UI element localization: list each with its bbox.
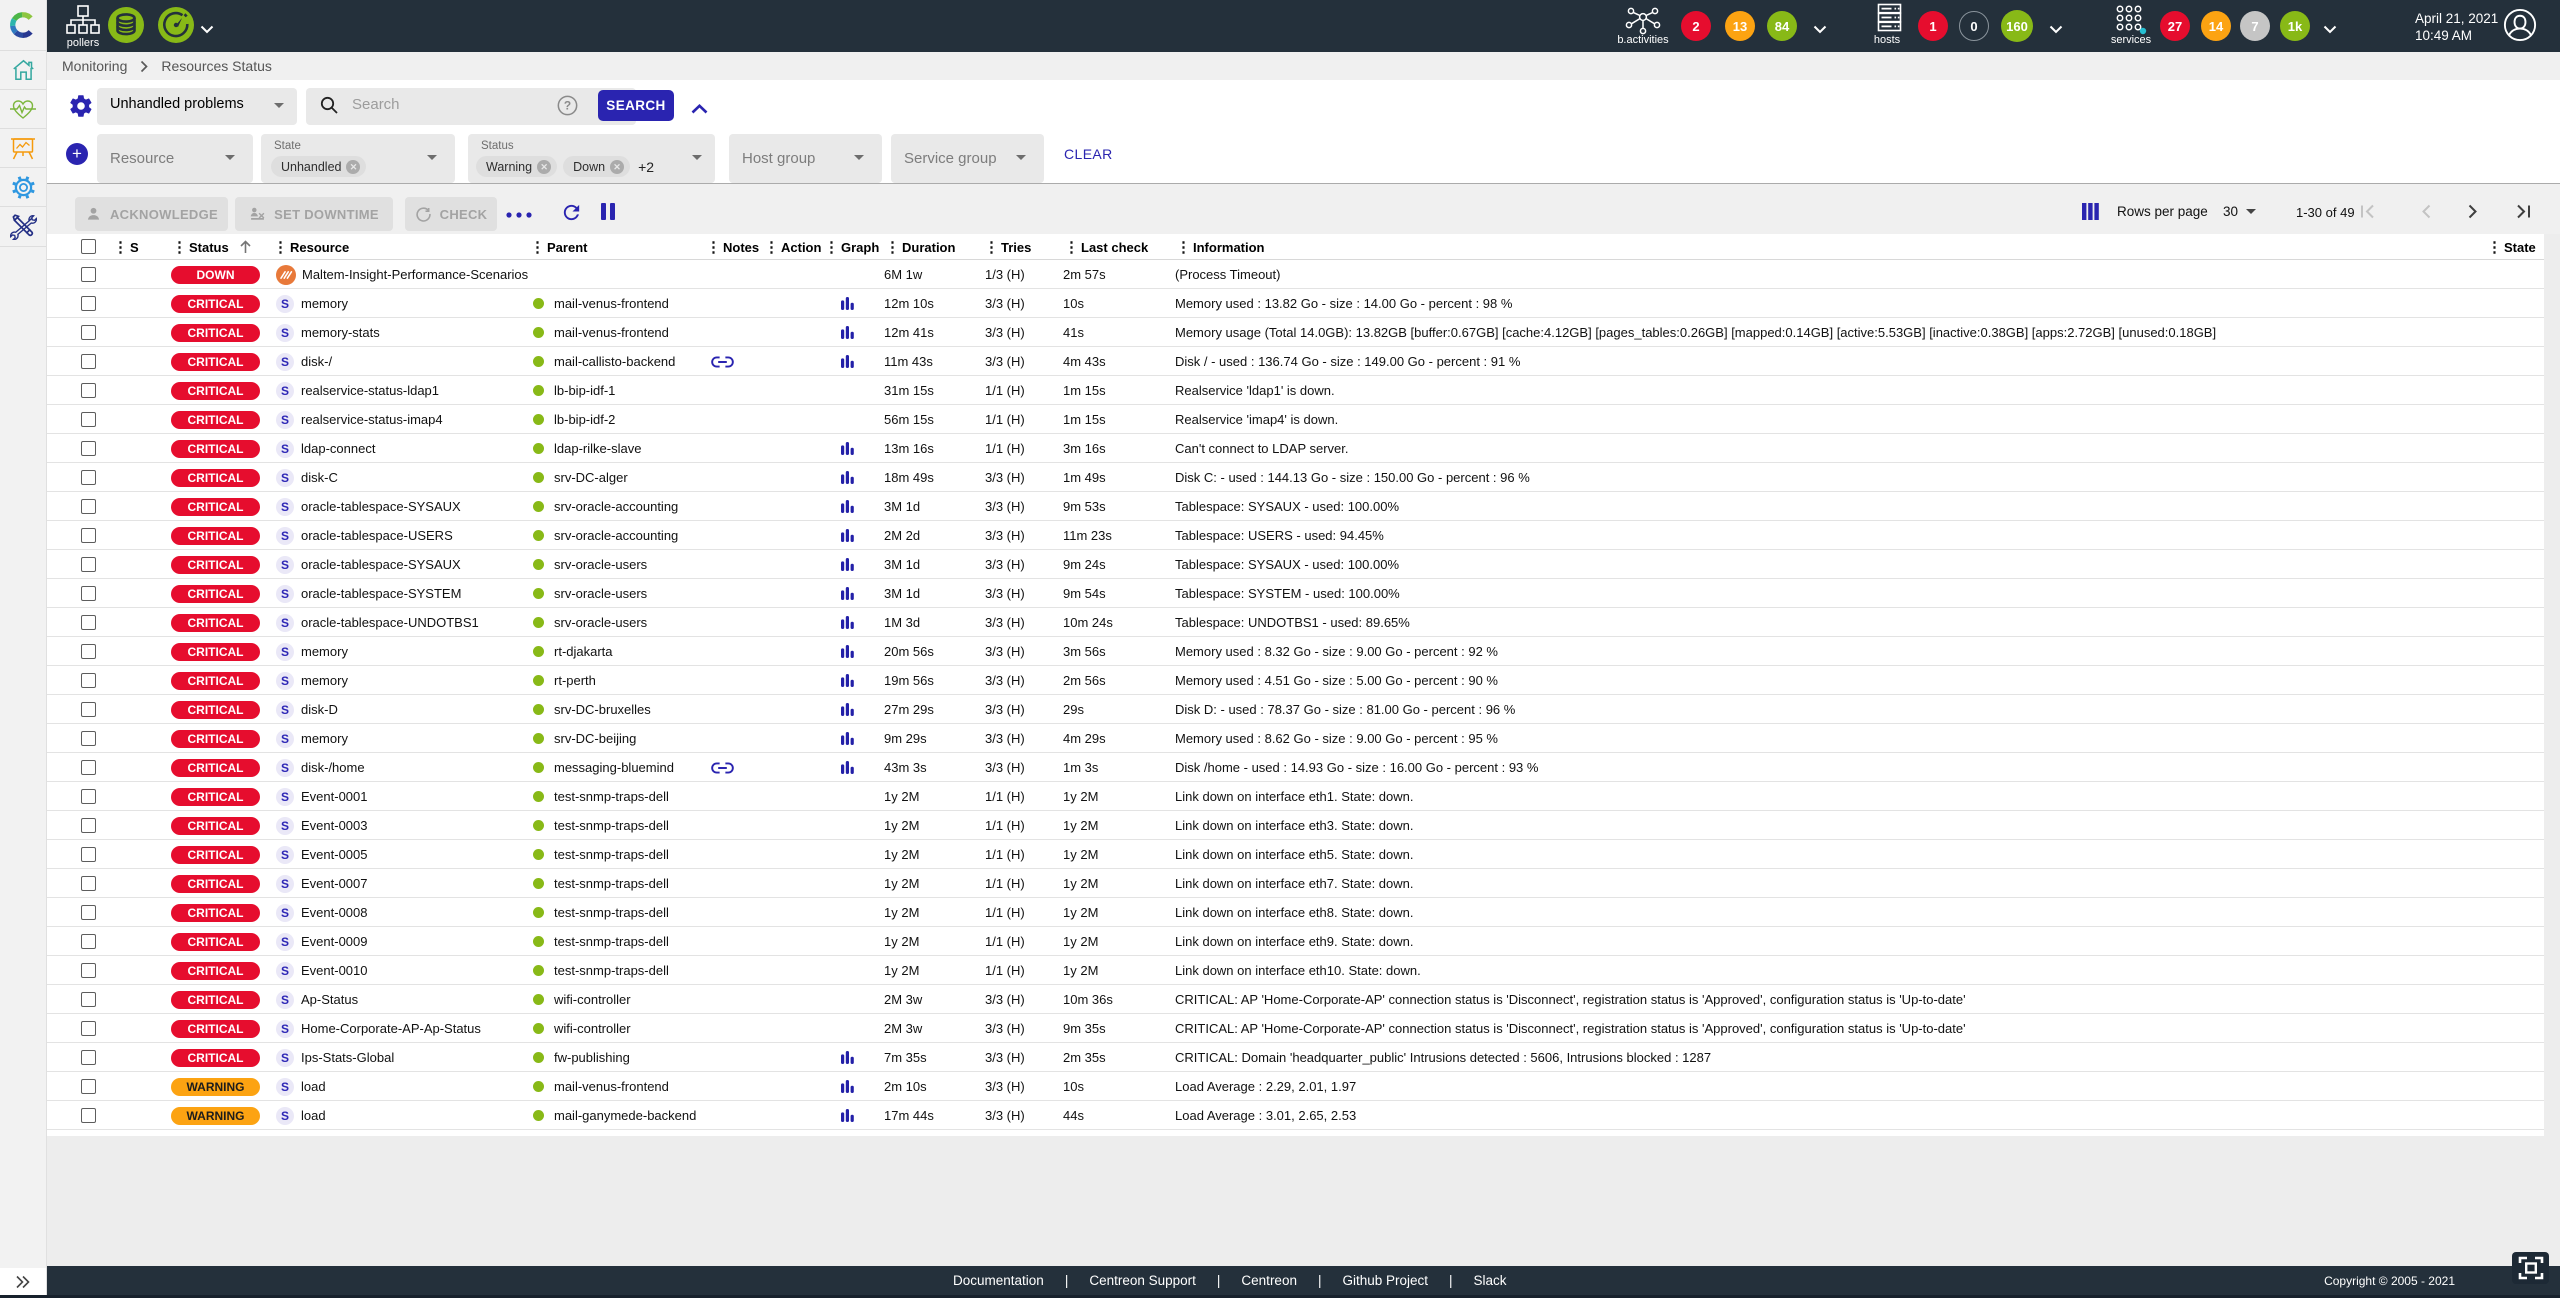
svg-text:?: ? [564,99,571,113]
